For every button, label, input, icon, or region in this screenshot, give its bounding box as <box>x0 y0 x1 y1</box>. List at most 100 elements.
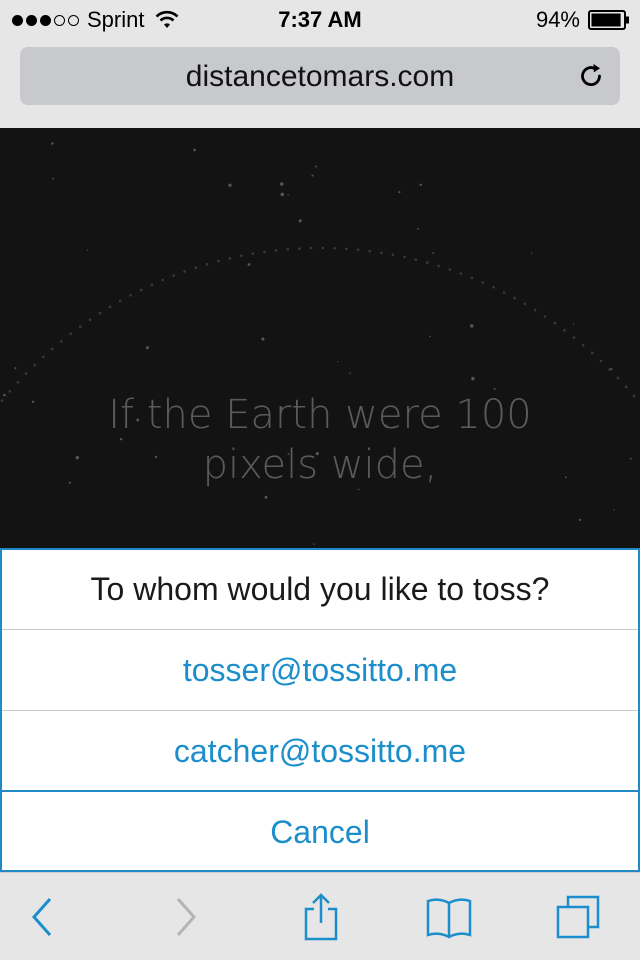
star <box>261 337 265 341</box>
bookmarks-button[interactable] <box>424 893 474 943</box>
orbit-dot <box>205 262 209 266</box>
orbit-dot <box>217 259 220 263</box>
orbit-dot <box>42 355 45 359</box>
orbit-dot <box>98 311 102 315</box>
star <box>298 219 302 223</box>
orbit-dot <box>161 278 164 282</box>
star <box>51 142 54 145</box>
orbit-dot <box>414 258 418 261</box>
orbit-dot <box>481 281 485 284</box>
orbit-dot <box>51 347 54 351</box>
star <box>432 252 435 254</box>
orbit-dot <box>543 315 547 318</box>
star <box>228 183 232 187</box>
orbit-dot <box>228 257 232 260</box>
bookmarks-icon[interactable] <box>424 893 474 943</box>
orbit-dot <box>24 372 28 375</box>
star <box>572 323 575 325</box>
orbit-dot <box>321 246 325 250</box>
star <box>14 367 17 370</box>
orbit-dot <box>172 274 175 277</box>
orbit-dot <box>437 264 440 268</box>
star <box>398 191 401 194</box>
star <box>349 372 351 374</box>
star <box>193 148 196 152</box>
orbit-dot <box>572 336 576 339</box>
hero-text: If the Earth were 100 pixels wide, <box>60 390 580 490</box>
battery-percent: 94% <box>535 7 580 32</box>
orbit-dot <box>380 251 383 254</box>
battery-icon <box>588 10 629 30</box>
orbit-dot <box>502 291 506 294</box>
orbit-dot <box>60 340 63 343</box>
browser-chrome: distancetomars.com <box>0 40 640 128</box>
url-text[interactable]: distancetomars.com <box>20 60 620 94</box>
orbit-dot <box>194 266 198 269</box>
star <box>337 360 339 363</box>
orbit-dot <box>274 249 278 252</box>
status-right: 94% <box>536 7 630 33</box>
orbit-dot <box>513 296 516 300</box>
star <box>629 457 632 460</box>
orbit-dot <box>599 359 603 363</box>
orbit-dot <box>150 283 154 287</box>
forward-icon[interactable] <box>160 893 210 943</box>
orbit-dot <box>563 328 566 332</box>
orbit-dot <box>139 288 143 292</box>
orbit-dot <box>333 247 337 250</box>
star <box>530 252 533 254</box>
reload-icon[interactable] <box>576 61 606 91</box>
hero-line-2: pixels wide, <box>202 442 438 488</box>
orbit-dot <box>624 385 628 389</box>
orbit-dot <box>79 325 82 328</box>
orbit-dot <box>16 381 20 384</box>
star <box>280 182 284 186</box>
back-icon[interactable] <box>20 893 70 943</box>
orbit-dot <box>459 272 463 275</box>
orbit-dot <box>632 394 636 398</box>
back-button[interactable] <box>20 893 70 943</box>
star <box>419 183 422 186</box>
address-bar[interactable]: distancetomars.com <box>20 47 620 105</box>
recipient-option-catcher[interactable]: catcher@tossitto.me <box>2 712 638 792</box>
orbit-dot <box>368 249 372 253</box>
orbit-dot <box>69 332 73 336</box>
cancel-button[interactable]: Cancel <box>2 792 638 872</box>
share-button[interactable] <box>296 893 346 943</box>
star <box>471 376 475 381</box>
star <box>315 165 318 168</box>
tabs-button[interactable] <box>554 893 604 943</box>
orbit-dot <box>608 368 611 371</box>
orbit-dot <box>523 302 527 306</box>
share-icon[interactable] <box>296 893 346 943</box>
orbit-dot <box>183 270 186 273</box>
action-sheet: To whom would you like to toss? tosser@t… <box>0 548 640 872</box>
orbit-dot <box>33 363 36 367</box>
orbit-dot <box>240 254 243 258</box>
star <box>578 518 582 522</box>
orbit-dot <box>309 246 313 250</box>
recipient-option-tosser[interactable]: tosser@tossitto.me <box>2 631 638 711</box>
orbit-dot <box>88 318 92 322</box>
star <box>31 400 35 403</box>
star <box>311 174 314 177</box>
star <box>264 495 268 499</box>
star <box>287 194 289 196</box>
orbit-dot <box>345 247 348 251</box>
orbit-dot <box>448 268 452 271</box>
star <box>313 543 315 545</box>
status-bar: Sprint 7:37 AM 94% <box>0 0 640 40</box>
star <box>280 192 285 197</box>
orbit-dot <box>426 261 429 264</box>
orbit-dot <box>8 390 12 393</box>
tabs-icon[interactable] <box>554 893 604 943</box>
orbit-dot <box>298 247 301 250</box>
orbit-dot <box>129 294 132 297</box>
orbit-dot <box>533 308 537 312</box>
star <box>429 335 431 338</box>
orbit-dot <box>118 299 122 303</box>
star <box>416 228 419 230</box>
forward-button[interactable] <box>160 893 210 943</box>
orbit-dot <box>251 252 255 255</box>
orbit-dot <box>553 321 557 325</box>
